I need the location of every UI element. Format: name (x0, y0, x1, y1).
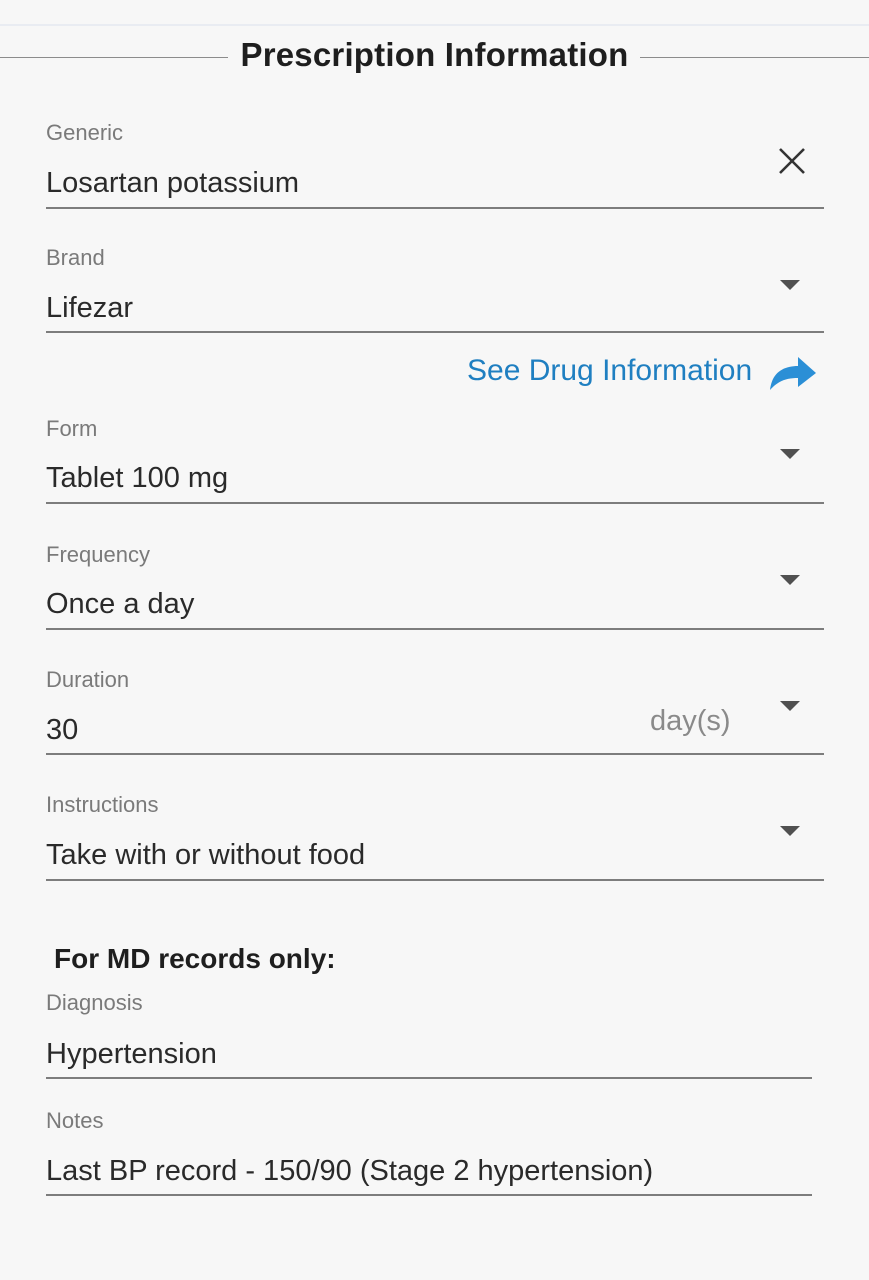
instructions-underline (46, 879, 824, 881)
header-rule-right (640, 57, 869, 58)
share-arrow-icon[interactable] (768, 354, 818, 392)
chevron-down-icon[interactable] (780, 575, 800, 585)
brand-select[interactable]: Brand Lifezar (46, 245, 824, 335)
instructions-label: Instructions (46, 792, 159, 817)
chevron-down-icon[interactable] (780, 701, 800, 711)
instructions-value: Take with or without food (46, 839, 366, 871)
frequency-underline (46, 628, 824, 630)
form-select[interactable]: Form Tablet 100 mg (46, 416, 824, 506)
md-section-title: For MD records only: (54, 943, 336, 974)
notes-label: Notes (46, 1108, 104, 1133)
duration-unit-select[interactable]: day(s) (650, 705, 731, 738)
diagnosis-value[interactable]: Hypertension (46, 1038, 217, 1071)
close-icon[interactable] (776, 145, 808, 177)
diagnosis-label: Diagnosis (46, 990, 143, 1015)
form-value: Tablet 100 mg (46, 462, 229, 494)
frequency-value: Once a day (46, 588, 195, 620)
diagnosis-underline (46, 1077, 812, 1079)
brand-label: Brand (46, 245, 105, 270)
top-divider (0, 24, 869, 26)
form-label: Form (46, 416, 98, 441)
duration-label: Duration (46, 667, 130, 692)
generic-value[interactable]: Losartan potassium (46, 167, 299, 200)
form-underline (46, 502, 824, 504)
brand-value: Lifezar (46, 292, 134, 324)
instructions-select[interactable]: Instructions Take with or without food (46, 792, 824, 882)
page-title: Prescription Information (240, 36, 629, 73)
see-drug-information-link[interactable]: See Drug Information (467, 354, 752, 388)
chevron-down-icon[interactable] (780, 826, 800, 836)
generic-field[interactable]: Generic Losartan potassium (46, 120, 824, 210)
duration-value[interactable]: 30 (46, 714, 78, 747)
generic-underline (46, 207, 824, 209)
duration-field[interactable]: Duration 30 day(s) (46, 667, 824, 757)
generic-label: Generic (46, 120, 124, 145)
brand-underline (46, 331, 824, 333)
chevron-down-icon[interactable] (780, 449, 800, 459)
diagnosis-field[interactable]: Diagnosis Hypertension (46, 990, 812, 1080)
notes-field[interactable]: Notes Last BP record - 150/90 (Stage 2 h… (46, 1108, 812, 1198)
frequency-label: Frequency (46, 542, 150, 567)
notes-value[interactable]: Last BP record - 150/90 (Stage 2 hyperte… (46, 1155, 653, 1188)
section-header: Prescription Information (0, 30, 869, 86)
notes-underline (46, 1194, 812, 1196)
frequency-select[interactable]: Frequency Once a day (46, 542, 824, 632)
duration-underline (46, 753, 824, 755)
chevron-down-icon[interactable] (780, 280, 800, 290)
